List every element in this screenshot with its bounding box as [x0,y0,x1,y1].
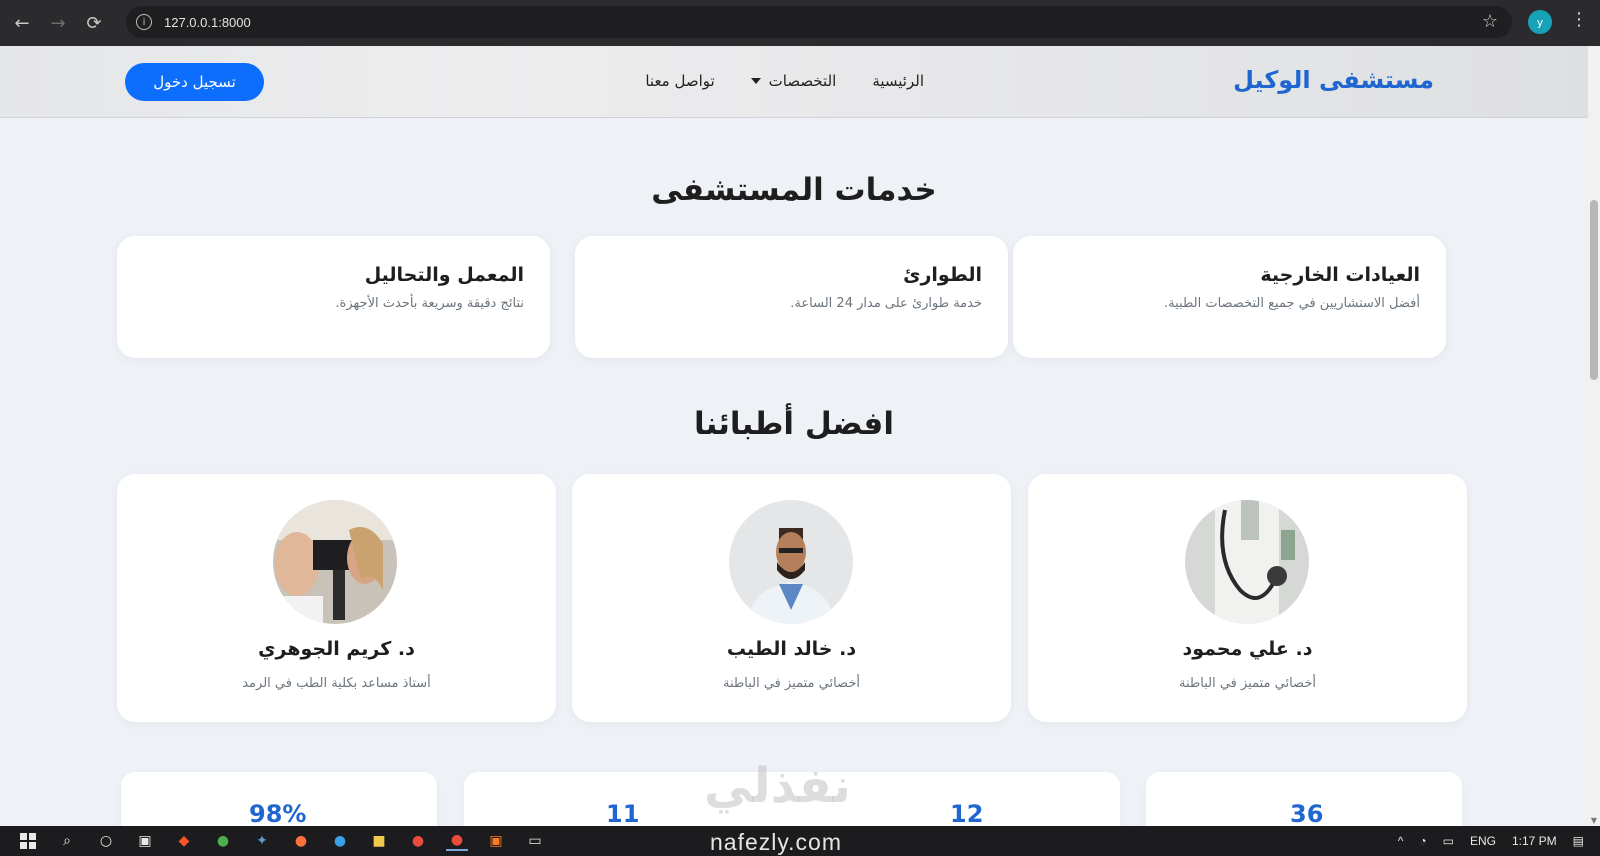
battery-icon[interactable]: ▭ [1443,834,1454,848]
windows-start-icon[interactable] [17,831,39,851]
service-title: العيادات الخارجية [1260,264,1420,286]
doctor-title: أخصائي متميز في الباطنة [1179,676,1316,691]
site-brand[interactable]: مستشفى الوكيل [1233,66,1434,94]
url-text[interactable]: 127.0.0.1:8000 [164,15,251,30]
terminal-icon[interactable]: ▭ [524,831,546,851]
doctor-title: أستاذ مساعد بكلية الطب في الرمد [242,676,431,691]
doctor-stethoscope-photo [1185,500,1309,624]
watermark-logo: نفذلي [704,758,851,814]
service-card-lab[interactable]: المعمل والتحاليل نتائج دقيقة وسريعة بأحد… [117,236,550,358]
stat-value: 36 [1290,800,1324,826]
brave-icon[interactable]: ◆ [173,831,195,851]
back-icon[interactable]: ← [8,9,36,37]
doctor-photo [273,500,397,624]
login-button[interactable]: تسجيل دخول [125,63,264,101]
os-taskbar: ⌕ ○ ▣ ◆ ● ✦ ● ● ■ ● ● ▣ ▭ nafezly.com ^ … [0,826,1600,856]
doctor-name: د. كريم الجوهري [258,638,415,660]
doctor-card[interactable]: د. كريم الجوهري أستاذ مساعد بكلية الطب ف… [117,474,556,722]
app-icon[interactable]: ✦ [251,831,273,851]
doctor-name: د. علي محمود [1182,638,1313,660]
service-title: الطوارئ [903,264,982,286]
nav-specialties-label: التخصصات [768,72,837,90]
doctor-photo [1185,500,1309,624]
eye-exam-photo [273,500,397,624]
xampp-icon[interactable]: ▣ [485,831,507,851]
browser-toolbar: ← → ⟳ i 127.0.0.1:8000 ☆ y ⋮ [0,0,1600,46]
scroll-thumb[interactable] [1590,200,1598,380]
system-tray: ^ ◔ ▭ ENG 1:17 PM ▤ [1398,826,1600,856]
doctor-card[interactable]: د. خالد الطيب أخصائي متميز في الباطنة [572,474,1011,722]
footer-watermark-text: nafezly.com [710,829,843,855]
service-card-outpatient[interactable]: العيادات الخارجية أفضل الاستشاريين في جم… [1013,236,1446,358]
nav-contact[interactable]: تواصل معنا [645,72,714,90]
site-navbar: مستشفى الوكيل الرئيسية التخصصات تواصل مع… [0,46,1588,118]
nav-home[interactable]: الرئيسية [872,72,924,90]
service-title: المعمل والتحاليل [364,264,524,286]
language-indicator[interactable]: ENG [1470,834,1496,848]
nav-specialties-dropdown[interactable]: التخصصات [750,72,837,90]
forward-icon[interactable]: → [44,9,72,37]
nav-home-label: الرئيسية [872,72,924,90]
chrome-icon[interactable]: ● [407,831,429,851]
stat-value: 98% [249,800,307,826]
service-desc: أفضل الاستشاريين في جميع التخصصات الطبية… [1164,296,1420,311]
caret-down-icon [750,78,761,84]
file-explorer-icon[interactable]: ■ [368,831,390,851]
clock[interactable]: 1:17 PM [1512,834,1557,848]
browser-menu-icon[interactable]: ⋮ [1570,9,1588,30]
service-desc: خدمة طوارئ على مدار 24 الساعة. [790,296,982,311]
doctor-name: د. خالد الطيب [726,638,857,660]
stat-card: 98% [121,772,437,826]
profile-avatar[interactable]: y [1528,10,1552,34]
nav-contact-label: تواصل معنا [645,72,715,90]
store-icon[interactable]: ▣ [134,831,156,851]
doctor-portrait-photo [729,500,853,624]
main-menu: الرئيسية التخصصات تواصل معنا [645,72,924,90]
service-desc: نتائج دقيقة وسريعة بأحدث الأجهزة. [335,296,524,311]
notifications-icon[interactable]: ▤ [1573,834,1584,848]
firefox-icon[interactable]: ● [290,831,312,851]
bookmark-star-icon[interactable]: ☆ [1482,11,1498,32]
wifi-icon[interactable]: ◔ [1419,834,1426,848]
page-viewport: مستشفى الوكيل الرئيسية التخصصات تواصل مع… [0,46,1588,826]
doctor-title: أخصائي متميز في الباطنة [723,676,860,691]
chrome-icon[interactable]: ● [212,831,234,851]
search-icon[interactable]: ⌕ [56,831,78,851]
site-info-icon[interactable]: i [136,14,152,30]
stat-value: 12 [950,800,984,826]
scroll-down-icon[interactable]: ▼ [1589,816,1599,825]
chevron-up-icon[interactable]: ^ [1398,834,1404,848]
service-card-emergency[interactable]: الطوارئ خدمة طوارئ على مدار 24 الساعة. [575,236,1008,358]
cortana-icon[interactable]: ○ [95,831,117,851]
doctor-card[interactable]: د. علي محمود أخصائي متميز في الباطنة [1028,474,1467,722]
chrome-active-icon[interactable]: ● [446,831,468,851]
page-scrollbar[interactable]: ▼ [1588,46,1600,826]
stat-value: 11 [606,800,640,826]
doctors-heading: افضل أطبائنا [694,406,894,442]
reload-icon[interactable]: ⟳ [80,9,108,37]
address-bar[interactable]: i 127.0.0.1:8000 ☆ [126,6,1512,38]
services-heading: خدمات المستشفى [651,172,937,208]
doctor-photo [729,500,853,624]
edge-icon[interactable]: ● [329,831,351,851]
stat-card: 36 [1146,772,1462,826]
